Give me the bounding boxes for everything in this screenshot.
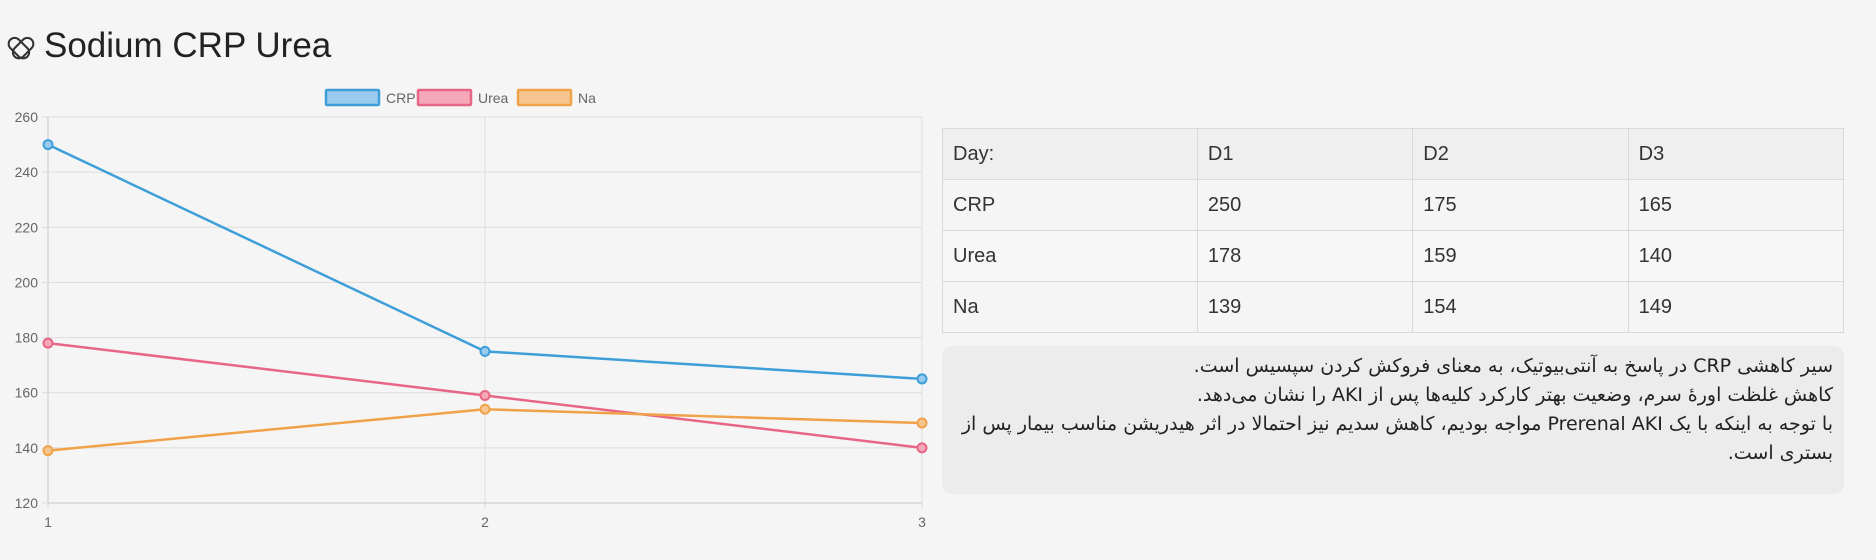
- y-tick-label: 160: [15, 385, 39, 401]
- table-cell: 140: [1627, 230, 1845, 282]
- data-point-urea: [916, 442, 928, 454]
- table-row: CRP 250 175 165: [942, 179, 1845, 231]
- notes-panel: سیر کاهشی CRP در پاسخ به آنتی‌بیوتیک، به…: [942, 346, 1844, 494]
- y-tick-label: 220: [15, 219, 39, 235]
- legend-label: Urea: [478, 90, 509, 106]
- note-line: با توجه به اینکه با یک Prerenal AKI مواج…: [961, 413, 1833, 464]
- x-tick-label: 2: [481, 514, 489, 530]
- note-line: سیر کاهشی CRP در پاسخ به آنتی‌بیوتیک، به…: [1193, 355, 1833, 377]
- table-cell: 178: [1196, 230, 1414, 282]
- table-header-cell: D3: [1627, 128, 1845, 180]
- data-point-urea: [42, 337, 54, 349]
- y-tick-label: 120: [15, 495, 39, 511]
- y-tick-label: 180: [15, 330, 39, 346]
- table-cell: 154: [1412, 281, 1629, 333]
- table-cell: 149: [1627, 281, 1845, 333]
- data-point-crp: [916, 373, 928, 385]
- x-tick-label: 3: [918, 514, 926, 530]
- legend-swatch-urea: [416, 88, 473, 107]
- table-row: Urea 178 159 140: [942, 230, 1845, 282]
- y-tick-label: 200: [15, 274, 39, 290]
- data-point-urea: [479, 389, 491, 401]
- table-cell: 139: [1196, 281, 1414, 333]
- pill-capsule-icon: [6, 31, 36, 61]
- x-tick-label: 1: [44, 514, 52, 530]
- table-cell: 250: [1196, 179, 1414, 231]
- table-header-cell: D1: [1196, 128, 1414, 180]
- table-cell: 159: [1412, 230, 1629, 282]
- data-point-na: [916, 417, 928, 429]
- table-cell: CRP: [942, 179, 1198, 231]
- table-header-row: Day: D1 D2 D3: [942, 128, 1845, 180]
- data-table: Day: D1 D2 D3 CRP 250 175 165 Urea 178 1…: [942, 128, 1845, 333]
- table-cell: Na: [942, 281, 1198, 333]
- table-cell: 175: [1412, 179, 1629, 231]
- legend-swatch-na: [516, 88, 573, 107]
- page-title: Sodium CRP Urea: [44, 26, 332, 65]
- legend-label: Na: [578, 90, 596, 106]
- data-point-na: [42, 445, 54, 457]
- table-cell: 165: [1627, 179, 1845, 231]
- note-line: کاهش غلظت اورهٔ سرم، وضعیت بهتر کارکرد ک…: [1196, 384, 1833, 406]
- page-header: Sodium CRP Urea: [6, 26, 331, 66]
- table-header-cell: Day:: [942, 128, 1198, 180]
- table-row: Na 139 154 149: [942, 281, 1845, 333]
- data-point-crp: [479, 345, 491, 357]
- data-point-na: [479, 403, 491, 415]
- line-chart: 120 140 160 180 200 220 240 260 1 2 3 CRP Urea Na: [15, 88, 928, 530]
- table-header-cell: D2: [1412, 128, 1629, 180]
- legend-swatch-crp: [324, 88, 381, 107]
- legend-label: CRP: [386, 90, 416, 106]
- y-tick-label: 240: [15, 164, 39, 180]
- data-point-crp: [42, 139, 54, 151]
- table-cell: Urea: [942, 230, 1198, 282]
- y-tick-label: 260: [15, 109, 39, 125]
- y-tick-label: 140: [15, 440, 39, 456]
